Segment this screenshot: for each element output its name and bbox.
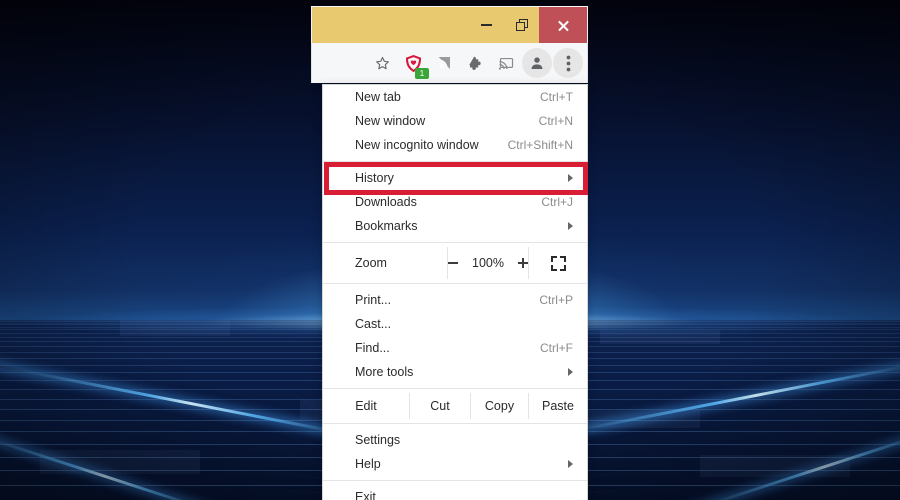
chrome-main-menu: New tab Ctrl+T New window Ctrl+N New incogni… (322, 84, 588, 500)
cut-button[interactable]: Cut (409, 393, 470, 419)
menu-item-label: Downloads (355, 195, 417, 209)
fullscreen-icon (551, 255, 567, 271)
menu-item-label: Settings (355, 433, 401, 447)
cast-icon[interactable] (491, 48, 521, 78)
edit-row: Edit Cut Copy Paste (323, 393, 587, 419)
menu-item-history[interactable]: History (323, 166, 587, 190)
menu-item-new-window[interactable]: New window Ctrl+N (323, 109, 587, 133)
menu-item-downloads[interactable]: Downloads Ctrl+J (323, 190, 587, 214)
paste-button[interactable]: Paste (528, 393, 587, 419)
menu-item-bookmarks[interactable]: Bookmarks (323, 214, 587, 238)
profile-avatar-icon[interactable] (522, 48, 552, 78)
menu-item-accelerator: Ctrl+F (540, 341, 573, 355)
minimize-button[interactable] (469, 7, 504, 43)
extension-badge-count: 1 (415, 68, 429, 79)
chevron-right-icon (568, 222, 573, 230)
menu-item-label: More tools (355, 365, 414, 379)
menu-item-label: Help (355, 457, 381, 471)
extensions-puzzle-icon[interactable] (460, 48, 490, 78)
menu-item-new-tab[interactable]: New tab Ctrl+T (323, 85, 587, 109)
close-icon (557, 19, 570, 32)
menu-item-label: Find... (355, 341, 390, 355)
zoom-level-value: 100% (472, 256, 504, 270)
menu-separator (323, 480, 587, 481)
menu-item-accelerator: Ctrl+N (538, 114, 573, 128)
menu-item-cast[interactable]: Cast... (323, 312, 587, 336)
menu-separator (323, 242, 587, 243)
zoom-in-button[interactable] (517, 258, 528, 268)
menu-item-new-incognito-window[interactable]: New incognito window Ctrl+Shift+N (323, 133, 587, 157)
menu-item-more-tools[interactable]: More tools (323, 360, 587, 384)
menu-item-accelerator: Ctrl+J (541, 195, 573, 209)
menu-item-label: Print... (355, 293, 392, 307)
menu-item-label: Bookmarks (355, 219, 418, 233)
fullscreen-button[interactable] (529, 247, 589, 279)
menu-item-label: New incognito window (355, 138, 479, 152)
menu-item-find[interactable]: Find... Ctrl+F (323, 336, 587, 360)
shield-extension-icon[interactable]: 1 (398, 48, 429, 79)
restore-button[interactable] (504, 7, 539, 43)
browser-window: 1 (311, 6, 588, 83)
restore-icon (515, 19, 528, 31)
chevron-right-icon (568, 460, 573, 468)
menu-item-print[interactable]: Print... Ctrl+P (323, 288, 587, 312)
minimize-icon (481, 24, 492, 26)
zoom-row: Zoom 100% (323, 247, 587, 279)
rss-feed-icon[interactable] (429, 48, 459, 78)
close-button[interactable] (539, 7, 587, 43)
menu-item-label: New window (355, 114, 426, 128)
menu-item-label: Cast... (355, 317, 392, 331)
chevron-right-icon (568, 368, 573, 376)
zoom-controls: 100% (447, 247, 529, 279)
menu-item-accelerator: Ctrl+P (539, 293, 573, 307)
three-dot-menu-icon[interactable] (553, 48, 583, 78)
menu-separator (323, 161, 587, 162)
menu-item-label: New tab (355, 90, 401, 104)
menu-separator (323, 388, 587, 389)
window-titlebar (311, 6, 588, 43)
zoom-label: Zoom (355, 256, 387, 270)
menu-item-accelerator: Ctrl+T (540, 90, 573, 104)
menu-item-help[interactable]: Help (323, 452, 587, 476)
menu-item-label: Exit (355, 490, 376, 500)
zoom-out-button[interactable] (448, 262, 458, 264)
menu-separator (323, 283, 587, 284)
screen: 1 New tab Ctrl+T New window Ctrl+N New incog… (0, 0, 900, 500)
menu-item-accelerator: Ctrl+Shift+N (507, 138, 573, 152)
menu-item-settings[interactable]: Settings (323, 428, 587, 452)
menu-item-exit[interactable]: Exit (323, 485, 587, 500)
browser-toolbar: 1 (311, 43, 588, 83)
copy-button[interactable]: Copy (470, 393, 528, 419)
bookmark-star-icon[interactable] (367, 48, 397, 78)
menu-separator (323, 423, 587, 424)
edit-label: Edit (355, 399, 377, 413)
chevron-right-icon (568, 174, 573, 182)
menu-item-label: History (355, 171, 394, 185)
